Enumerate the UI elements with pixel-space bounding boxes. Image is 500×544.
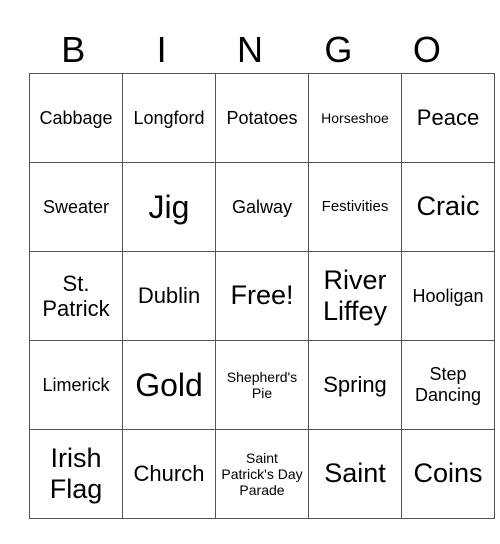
card-row: Limerick Gold Shepherd's Pie Spring Step… [29,340,495,430]
header-letter-n: N [237,29,264,70]
bingo-cell[interactable]: Peace [401,73,495,163]
header-letter-i: I [156,29,167,70]
bingo-cell[interactable]: Hooligan [401,251,495,341]
header-letter-o: O [412,29,441,70]
header-letter-b: B [61,29,86,70]
bingo-cell[interactable]: Festivities [308,162,402,252]
bingo-cell[interactable]: Limerick [29,340,123,430]
bingo-cell[interactable]: Potatoes [215,73,309,163]
bingo-cell[interactable]: Gold [122,340,216,430]
bingo-cell[interactable]: Cabbage [29,73,123,163]
card-row: St. Patrick Dublin Free! River Liffey Ho… [29,251,495,341]
bingo-card: Cabbage Longford Potatoes Horseshoe Peac… [29,73,495,519]
bingo-cell[interactable]: Jig [122,162,216,252]
bingo-cell[interactable]: Longford [122,73,216,163]
bingo-header: B I N G O [29,28,471,72]
bingo-cell[interactable]: Church [122,429,216,519]
bingo-cell[interactable]: Horseshoe [308,73,402,163]
bingo-cell[interactable]: Galway [215,162,309,252]
bingo-cell[interactable]: Irish Flag [29,429,123,519]
bingo-cell[interactable]: Shepherd's Pie [215,340,309,430]
bingo-cell[interactable]: Craic [401,162,495,252]
bingo-cell[interactable]: St. Patrick [29,251,123,341]
card-row: Sweater Jig Galway Festivities Craic [29,162,495,252]
bingo-cell[interactable]: Dublin [122,251,216,341]
bingo-cell[interactable]: Spring [308,340,402,430]
bingo-cell[interactable]: Step Dancing [401,340,495,430]
bingo-cell[interactable]: Coins [401,429,495,519]
bingo-cell[interactable]: Saint [308,429,402,519]
bingo-cell[interactable]: Sweater [29,162,123,252]
header-letter-g: G [324,29,353,70]
bingo-cell[interactable]: River Liffey [308,251,402,341]
card-row: Irish Flag Church Saint Patrick's Day Pa… [29,429,495,519]
bingo-cell[interactable]: Saint Patrick's Day Parade [215,429,309,519]
card-row: Cabbage Longford Potatoes Horseshoe Peac… [29,73,495,163]
free-space-cell[interactable]: Free! [215,251,309,341]
